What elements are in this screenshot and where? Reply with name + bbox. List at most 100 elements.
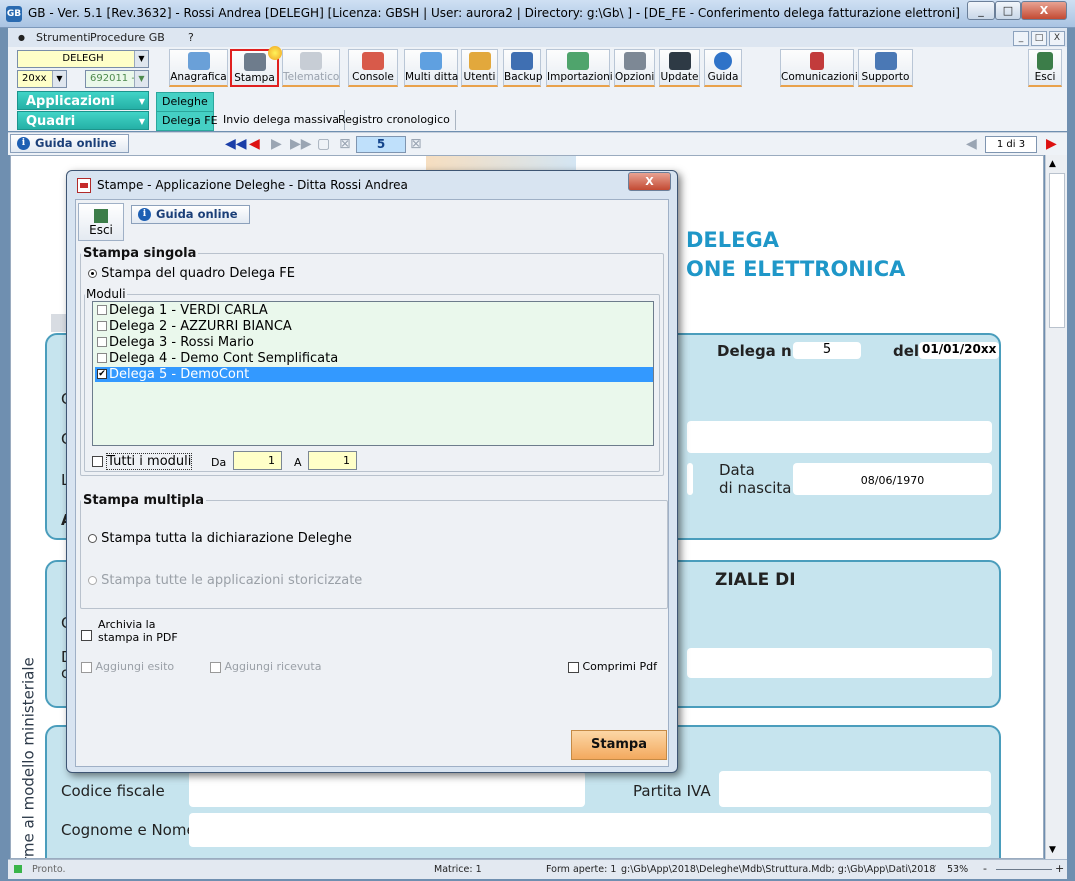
cognome-nome-field[interactable] [189, 813, 991, 847]
importazioni-button[interactable]: Importazioni [546, 49, 613, 87]
background-field-3[interactable] [687, 648, 992, 678]
close-button[interactable]: X [1021, 1, 1067, 20]
dialog-close-button[interactable]: X [628, 172, 671, 191]
checkbox-unchecked-icon[interactable] [97, 337, 107, 347]
previous-page-icon[interactable]: ◀ [966, 136, 977, 152]
opt-stampa-storicizzate[interactable]: Stampa tutte le applicazioni storicizzat… [88, 573, 362, 588]
scroll-up-icon[interactable]: ▲ [1049, 159, 1056, 169]
opt-stampa-tutta[interactable]: Stampa tutta la dichiarazione Deleghe [88, 531, 352, 546]
a-field[interactable]: 1 [308, 451, 357, 470]
dialog-esci-button[interactable]: Esci [78, 203, 124, 241]
mdi-minimize-button[interactable]: _ [1013, 31, 1029, 46]
codice-fiscale-field[interactable] [189, 771, 585, 807]
guida-button[interactable]: Guida [704, 49, 742, 87]
maximize-button[interactable]: □ [995, 1, 1021, 20]
quadri-selector[interactable]: Quadri ▼ [17, 111, 149, 130]
stampa-singola-label: Stampa singola [81, 246, 199, 261]
utenti-button[interactable]: Utenti [461, 49, 498, 87]
list-item[interactable]: Delega 2 - AZZURRI BIANCA [95, 319, 653, 334]
minimize-button[interactable]: _ [967, 1, 995, 20]
cancel-record-icon[interactable]: ⊠ [410, 136, 422, 152]
tab-deleghe[interactable]: Deleghe [156, 92, 214, 112]
background-field-1[interactable] [687, 421, 992, 453]
checkbox-checked-icon[interactable]: ✔ [97, 369, 107, 379]
tab-invio-delega-massiva[interactable]: Invio delega massiva [218, 110, 346, 130]
scrollbar-thumb[interactable] [1049, 173, 1065, 328]
anagrafica-button[interactable]: Anagrafica [169, 49, 228, 87]
checkbox-unchecked-icon[interactable] [92, 456, 103, 467]
status-ready: Pronto. [32, 864, 66, 875]
opzioni-button[interactable]: Opzioni [614, 49, 655, 87]
dialog-guida-online-button[interactable]: i Guida online [131, 205, 250, 224]
code-selector[interactable]: 692011 - ▼ [85, 70, 149, 88]
list-item-selected[interactable]: ✔ Delega 5 - DemoCont [95, 367, 653, 382]
checkbox-unchecked-icon[interactable] [568, 661, 579, 673]
aggiungi-esito-checkbox[interactable]: Aggiungi esito [81, 660, 174, 673]
chevron-down-icon[interactable]: ▼ [134, 51, 148, 67]
da-field[interactable]: 1 [233, 451, 282, 470]
esci-toolbar-button[interactable]: Esci [1028, 49, 1062, 87]
status-led-icon [14, 865, 22, 873]
next-page-icon[interactable]: ▶ [1046, 136, 1057, 152]
app-selector[interactable]: DELEGH ▼ [17, 50, 149, 68]
delete-record-icon[interactable]: ⊠ [339, 136, 351, 152]
mdi-close-button[interactable]: X [1049, 31, 1065, 46]
console-button[interactable]: Console [348, 49, 398, 87]
del-date-field[interactable]: 01/01/20xx [919, 342, 999, 359]
supporto-button[interactable]: Supporto [858, 49, 913, 87]
list-item[interactable]: Delega 3 - Rossi Mario [95, 335, 653, 350]
radio-unselected-icon[interactable] [88, 534, 97, 543]
checkbox-unchecked-icon[interactable] [97, 353, 107, 363]
comunicazioni-button[interactable]: Comunicazioni [780, 49, 858, 87]
telematico-button[interactable]: Telematico [282, 49, 340, 87]
tab-delega-fe[interactable]: Delega FE [156, 111, 218, 131]
moduli-list[interactable]: Delega 1 - VERDI CARLA Delega 2 - AZZURR… [92, 301, 654, 446]
opt-stampa-quadro[interactable]: Stampa del quadro Delega FE [88, 266, 295, 281]
next-record-icon[interactable]: ▶ [271, 136, 282, 152]
last-record-icon[interactable]: ▶▶ [290, 136, 312, 152]
background-field-2[interactable] [687, 463, 693, 495]
applicazioni-selector[interactable]: Applicazioni ▼ [17, 91, 149, 110]
chevron-down-icon[interactable]: ▼ [134, 71, 148, 87]
zoom-plus-button[interactable]: + [1055, 862, 1064, 875]
radio-selected-icon[interactable] [88, 269, 97, 278]
vertical-scrollbar[interactable]: ▲ ▼ [1045, 155, 1067, 859]
list-item[interactable]: Delega 1 - VERDI CARLA [95, 303, 653, 318]
aggiungi-ricevuta-checkbox[interactable]: Aggiungi ricevuta [210, 660, 321, 673]
system-menu-icon[interactable]: ● [18, 33, 25, 42]
checkbox-unchecked-icon[interactable] [97, 305, 107, 315]
checkbox-unchecked-icon[interactable] [97, 321, 107, 331]
menu-procedure-gb[interactable]: Procedure GB [90, 31, 165, 44]
chevron-down-icon[interactable]: ▼ [139, 112, 145, 131]
mdi-restore-button[interactable]: □ [1031, 31, 1047, 46]
checkbox-unchecked-icon[interactable] [81, 630, 92, 641]
tab-registro-cronologico[interactable]: Registro cronologico [333, 110, 456, 130]
data-nascita-field[interactable]: 08/06/1970 [793, 463, 992, 495]
first-record-icon[interactable]: ◀◀ [225, 136, 247, 152]
menu-strumenti[interactable]: Strumenti [36, 31, 91, 44]
delega-number-field[interactable]: 5 [793, 342, 861, 359]
backup-button[interactable]: Backup [503, 49, 543, 87]
previous-record-icon[interactable]: ◀ [249, 136, 260, 152]
scroll-down-icon[interactable]: ▼ [1049, 845, 1056, 855]
update-button[interactable]: Update [659, 49, 700, 87]
year-selector[interactable]: 20xx ▼ [17, 70, 67, 88]
new-record-icon[interactable]: ▢ [317, 136, 330, 152]
menu-help[interactable]: ? [188, 31, 194, 44]
zoom-slider[interactable] [996, 869, 1052, 870]
archivia-pdf-checkbox[interactable] [81, 626, 92, 641]
record-number-field[interactable]: 5 [356, 136, 406, 153]
checkbox-unchecked-icon[interactable] [81, 661, 92, 673]
comprimi-pdf-checkbox[interactable]: Comprimi Pdf [568, 660, 657, 673]
zoom-minus-button[interactable]: - [983, 862, 987, 875]
stampa-button[interactable]: Stampa [571, 730, 667, 760]
chevron-down-icon[interactable]: ▼ [139, 92, 145, 111]
guida-online-button[interactable]: i Guida online [10, 134, 129, 153]
tutti-moduli-checkbox[interactable]: Tutti i moduli [92, 453, 193, 470]
radio-unselected-icon[interactable] [88, 576, 97, 585]
partita-iva-field[interactable] [719, 771, 991, 807]
checkbox-unchecked-icon[interactable] [210, 661, 221, 673]
chevron-down-icon[interactable]: ▼ [52, 71, 66, 87]
multi-ditta-button[interactable]: Multi ditta [404, 49, 458, 87]
list-item[interactable]: Delega 4 - Demo Cont Semplificata [95, 351, 653, 366]
